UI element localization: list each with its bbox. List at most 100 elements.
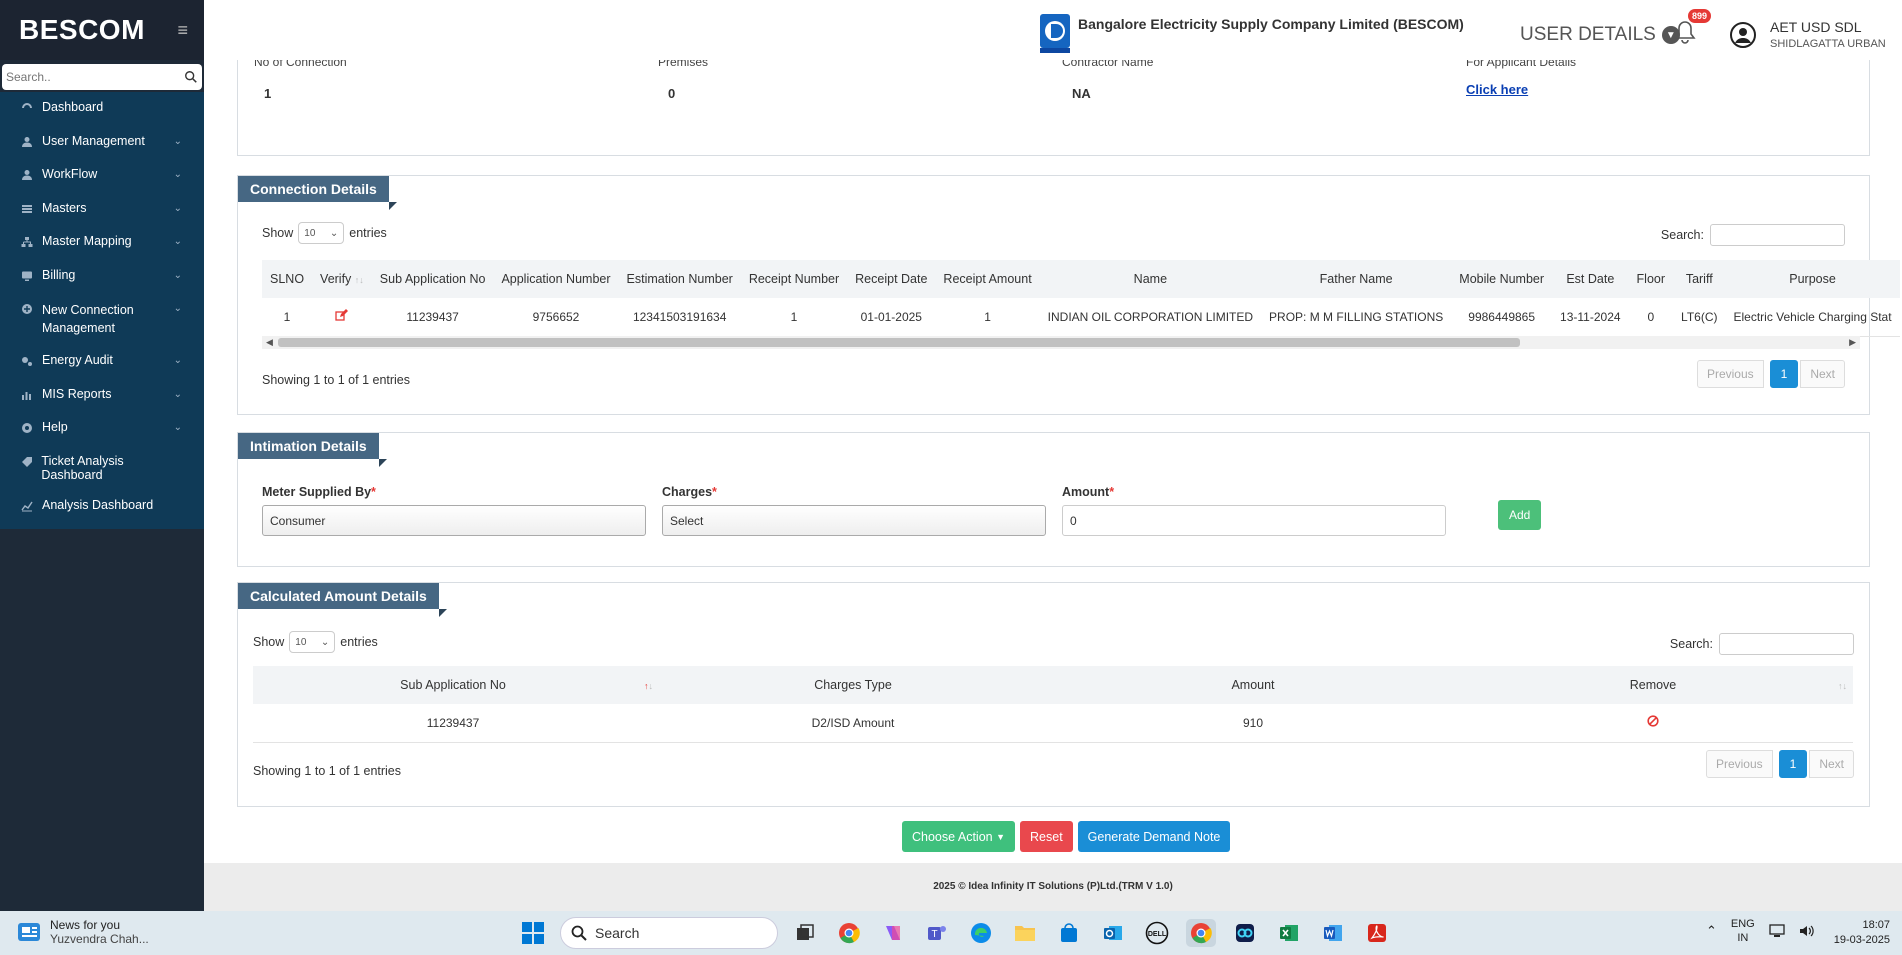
edge-icon[interactable] xyxy=(966,919,996,947)
sidebar-item-dashboard[interactable]: Dashboard xyxy=(0,92,204,126)
user-details-dropdown[interactable]: USER DETAILS ▼ xyxy=(1520,24,1680,46)
meter-supplied-by-select[interactable]: Consumer xyxy=(262,505,646,536)
column-header[interactable]: Estimation Number xyxy=(618,260,741,298)
avatar[interactable] xyxy=(1730,22,1756,48)
column-header[interactable]: Est Date xyxy=(1552,260,1629,298)
svg-text:DELL: DELL xyxy=(1148,931,1167,938)
bescom-logo-icon xyxy=(1040,14,1070,53)
column-header[interactable]: Sub Application No ↑↓ xyxy=(253,666,653,704)
chevron-down-icon: ⌄ xyxy=(173,303,182,314)
reset-button[interactable]: Reset xyxy=(1020,821,1073,852)
hamburger-menu-icon[interactable]: ≡ xyxy=(177,20,188,41)
acrobat-icon[interactable] xyxy=(1362,919,1392,947)
column-header[interactable]: Tariff xyxy=(1673,260,1726,298)
column-header[interactable]: Father Name xyxy=(1261,260,1452,298)
add-button[interactable]: Add xyxy=(1498,500,1542,530)
column-header[interactable]: Receipt Date xyxy=(847,260,936,298)
bell-icon[interactable] xyxy=(1674,20,1696,44)
sidebar-item-new-connection-management[interactable]: New Connection Management ⌄ xyxy=(0,293,204,345)
remove-icon[interactable] xyxy=(1647,715,1659,727)
previous-button[interactable]: Previous xyxy=(1705,750,1773,778)
excel-icon[interactable] xyxy=(1274,919,1304,947)
teams-icon[interactable]: T xyxy=(922,919,952,947)
sidebar-item-user-management[interactable]: User Management ⌄ xyxy=(0,126,204,160)
scroll-right-icon[interactable]: ▶ xyxy=(1849,336,1856,349)
sidebar-item-help[interactable]: Help ⌄ xyxy=(0,412,204,446)
chrome-icon[interactable] xyxy=(834,919,864,947)
column-header[interactable]: Purpose xyxy=(1725,260,1900,298)
outlook-icon[interactable] xyxy=(1098,919,1128,947)
entries-select[interactable]: 10 ⌄ xyxy=(298,222,345,244)
sidebar-item-label: User Management xyxy=(42,133,145,148)
table-search-input[interactable] xyxy=(1710,224,1845,246)
scroll-left-icon[interactable]: ◀ xyxy=(266,336,273,349)
dashboard-icon xyxy=(20,101,34,115)
chevron-up-icon[interactable]: ⌃ xyxy=(1706,923,1717,939)
next-button[interactable]: Next xyxy=(1809,750,1854,778)
choose-action-button[interactable]: Choose Action ▼ xyxy=(902,821,1016,852)
amount-input[interactable]: 0 xyxy=(1062,505,1446,536)
applicant-details-link[interactable]: Click here xyxy=(1466,82,1528,97)
column-header[interactable]: Receipt Amount xyxy=(935,260,1040,298)
dell-icon[interactable]: DELL xyxy=(1142,919,1172,947)
video-app-icon[interactable] xyxy=(1230,919,1260,947)
column-header[interactable]: Charges Type xyxy=(653,666,1053,704)
sidebar-item-master-mapping[interactable]: Master Mapping ⌄ xyxy=(0,226,204,260)
sort-icon: ↑↓ xyxy=(354,275,364,285)
news-widget[interactable]: News for you Yuzvendra Chah... xyxy=(16,918,149,946)
table-search-input[interactable] xyxy=(1719,633,1854,655)
column-header[interactable]: Remove ↑↓ xyxy=(1453,666,1853,704)
column-header[interactable]: Receipt Number xyxy=(740,260,848,298)
sidebar-item-analysis-dashboard[interactable]: Analysis Dashboard xyxy=(0,490,204,524)
sidebar-item-ticket-analysis-dashboard[interactable]: Ticket Analysis Dashboard xyxy=(0,446,204,490)
file-explorer-icon[interactable] xyxy=(1010,919,1040,947)
system-clock[interactable]: 18:07 19-03-2025 xyxy=(1834,918,1890,948)
store-icon[interactable] xyxy=(1054,919,1084,947)
horizontal-scrollbar[interactable]: ◀ ▶ xyxy=(262,336,1860,349)
column-header[interactable]: Sub Application No xyxy=(371,260,494,298)
windows-start-icon[interactable] xyxy=(522,922,544,944)
taskbar-search[interactable]: Search xyxy=(560,917,778,949)
edit-icon[interactable] xyxy=(335,308,349,322)
svg-text:T: T xyxy=(931,929,937,940)
cell-sub-application: 11239437 xyxy=(371,298,494,337)
column-header[interactable]: Application Number xyxy=(493,260,619,298)
network-icon[interactable] xyxy=(1769,924,1785,938)
field-label: For Applicant Details xyxy=(1466,60,1577,69)
chevron-down-icon: ⌄ xyxy=(173,202,182,214)
cogs-icon xyxy=(20,354,34,368)
chrome-profile-icon[interactable] xyxy=(1186,919,1216,947)
scrollbar-thumb[interactable] xyxy=(278,338,1520,347)
column-header[interactable]: Floor xyxy=(1628,260,1674,298)
pagination: Previous 1 Next xyxy=(1705,750,1854,778)
column-header[interactable]: Name xyxy=(1039,260,1262,298)
column-header[interactable]: Verify ↑↓ xyxy=(312,260,372,298)
page-1-button[interactable]: 1 xyxy=(1769,360,1799,388)
generate-demand-note-button[interactable]: Generate Demand Note xyxy=(1077,821,1231,852)
sidebar-item-masters[interactable]: Masters ⌄ xyxy=(0,193,204,227)
sidebar-item-workflow[interactable]: WorkFlow ⌄ xyxy=(0,159,204,193)
copilot-icon[interactable] xyxy=(878,919,908,947)
charges-select[interactable]: Select xyxy=(662,505,1046,536)
next-button[interactable]: Next xyxy=(1800,360,1845,388)
word-icon[interactable] xyxy=(1318,919,1348,947)
column-label: Remove xyxy=(1629,678,1677,692)
pagination: Previous 1 Next xyxy=(1696,360,1845,388)
column-header[interactable]: Amount xyxy=(1053,666,1453,704)
previous-button[interactable]: Previous xyxy=(1696,360,1764,388)
page-footer: 2025 © Idea Infinity IT Solutions (P)Ltd… xyxy=(204,863,1902,911)
column-header[interactable]: SLNO xyxy=(262,260,313,298)
volume-icon[interactable] xyxy=(1799,924,1815,938)
search-icon[interactable] xyxy=(184,70,198,84)
sidebar-item-mis-reports[interactable]: MIS Reports ⌄ xyxy=(0,379,204,413)
entries-select[interactable]: 10 ⌄ xyxy=(289,631,336,653)
sidebar-item-energy-audit[interactable]: Energy Audit ⌄ xyxy=(0,345,204,379)
sidebar-item-billing[interactable]: Billing ⌄ xyxy=(0,260,204,294)
page-1-button[interactable]: 1 xyxy=(1778,750,1808,778)
task-view-icon[interactable] xyxy=(790,919,820,947)
brand-logo: BESCOM xyxy=(19,14,145,45)
column-header[interactable]: Mobile Number xyxy=(1451,260,1553,298)
language-indicator[interactable]: ENG IN xyxy=(1731,917,1755,945)
notification-badge: 899 xyxy=(1688,9,1712,23)
sidebar-search-input[interactable] xyxy=(6,70,184,84)
